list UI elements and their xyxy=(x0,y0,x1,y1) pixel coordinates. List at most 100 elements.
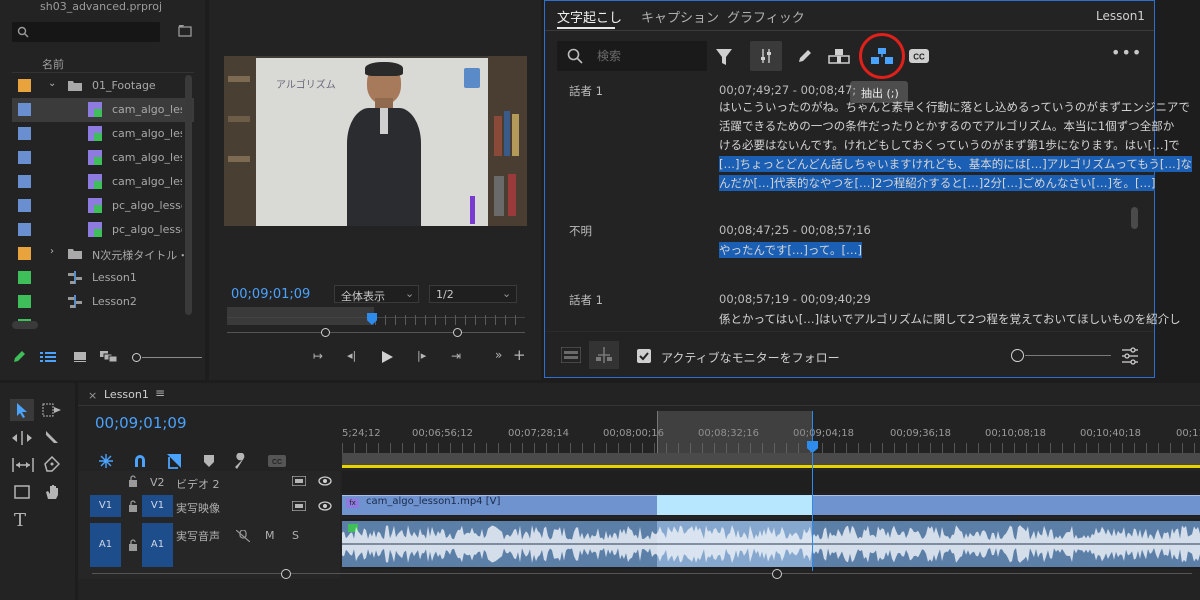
zoom-select[interactable]: 全体表示 ⌄ xyxy=(334,285,419,303)
work-area-bar[interactable] xyxy=(342,453,1200,465)
snap-icon[interactable] xyxy=(133,454,147,468)
edit-icon[interactable] xyxy=(797,48,813,64)
transcript-search-input[interactable]: 検索 xyxy=(557,41,707,71)
list-item[interactable]: ⌄ 01_Footage xyxy=(12,74,194,98)
source-patch-v1[interactable]: V1 xyxy=(90,495,121,517)
track-v2[interactable] xyxy=(342,471,1200,493)
list-item[interactable]: cam_algo_lesson1.mp4 xyxy=(12,98,194,122)
timeline-timecode[interactable]: 00;09;01;09 xyxy=(95,414,187,432)
filter-icon[interactable] xyxy=(715,48,733,66)
list-item[interactable]: cam_algo_lesson2.mp4 xyxy=(12,122,194,146)
transcript-settings-button[interactable] xyxy=(750,41,782,71)
speaker-label[interactable]: 不明 xyxy=(569,223,592,239)
zoom-handle-right[interactable] xyxy=(772,569,782,579)
chevron-right-icon[interactable]: › xyxy=(50,246,54,257)
transcript-line[interactable]: はいこういったのがね。ちゃんと素早く行動に落とし込めるっていうのがまずエンジニア… xyxy=(719,99,1190,115)
ripple-edit-icon[interactable] xyxy=(12,431,32,445)
transcript-scrollbar[interactable] xyxy=(1131,207,1138,229)
transcript-line-selected[interactable]: んだか[…]代表的なやつを[…]2つ程紹介すると[…]2分[…]ごめんなさい[…… xyxy=(719,175,1156,191)
caption-track-icon[interactable] xyxy=(561,347,581,363)
pencil-icon[interactable] xyxy=(12,350,26,364)
eye-icon[interactable] xyxy=(318,501,332,511)
nest-icon[interactable] xyxy=(98,454,114,468)
icon-view-icon[interactable] xyxy=(74,352,86,362)
cc-icon[interactable]: CC xyxy=(909,49,929,63)
more-buttons-icon[interactable]: » xyxy=(495,348,502,362)
marker-icon[interactable] xyxy=(204,455,214,467)
zoom-slider[interactable] xyxy=(132,352,202,362)
timeline-zoom-bar[interactable] xyxy=(92,573,1192,574)
step-back-icon[interactable]: ◂| xyxy=(347,349,356,362)
list-item[interactable]: pc_algo_lesson2.mp4 xyxy=(12,218,194,242)
list-item[interactable] xyxy=(12,314,194,322)
transcript-line-selected[interactable]: やったんです[…]って。[…] xyxy=(719,242,862,258)
go-to-out-icon[interactable]: ⇥ xyxy=(451,349,461,363)
more-options-icon[interactable]: ••• xyxy=(1111,43,1142,62)
list-item[interactable]: pc_algo_lesson1.mp4 xyxy=(12,194,194,218)
settings-sliders-icon[interactable] xyxy=(1121,347,1139,365)
tab-transcript[interactable]: 文字起こし xyxy=(557,7,622,26)
video-frame[interactable]: アルゴリズム xyxy=(224,56,527,226)
list-view-icon[interactable] xyxy=(40,351,56,363)
tab-graphics[interactable]: グラフィック xyxy=(727,7,805,26)
insert-icon[interactable] xyxy=(828,48,850,64)
speaker-label[interactable]: 話者 1 xyxy=(569,292,603,308)
pen-icon[interactable] xyxy=(44,456,60,472)
mute-button[interactable]: M xyxy=(265,529,275,542)
toggle-sync-icon[interactable] xyxy=(292,476,306,486)
list-item[interactable]: Lesson2 xyxy=(12,290,194,314)
list-item[interactable]: Lesson1 xyxy=(12,266,194,290)
razor-icon[interactable] xyxy=(44,429,60,445)
selection-tool[interactable] xyxy=(10,399,34,421)
list-item[interactable]: cam_algo_lesson3.mp4 xyxy=(12,146,194,170)
list-item[interactable]: cam_algo_lesson4.mp4 xyxy=(12,170,194,194)
source-patch-a1[interactable]: A1 xyxy=(90,523,121,567)
program-scrubber[interactable] xyxy=(227,307,525,327)
project-h-scrollbar[interactable] xyxy=(12,321,38,329)
freeform-view-icon[interactable] xyxy=(100,351,118,363)
column-name-header[interactable]: 名前 xyxy=(42,56,64,72)
lock-icon[interactable] xyxy=(128,539,138,551)
transcript-line[interactable]: ける必要はないんです。けれどもしておくっていうのがまず第1歩になります。はい[…… xyxy=(719,137,1180,153)
lock-icon[interactable] xyxy=(128,500,138,512)
voiceover-mic-icon[interactable] xyxy=(236,530,250,542)
captions-icon[interactable]: CC xyxy=(268,455,286,467)
hand-icon[interactable] xyxy=(44,483,62,501)
program-timecode[interactable]: 00;09;01;09 xyxy=(231,287,310,302)
wrench-icon[interactable] xyxy=(233,453,249,469)
rectangle-icon[interactable] xyxy=(14,485,30,499)
sequence-tab[interactable]: Lesson1 xyxy=(104,388,149,401)
chevron-down-icon[interactable]: ⌄ xyxy=(48,78,56,89)
transcript-zoom-slider[interactable] xyxy=(1011,349,1111,363)
track-select-icon[interactable] xyxy=(42,403,62,417)
transcript-line[interactable]: 係とかってはい[…]はいでアルゴリズムに関して2つ程を覚えておいてほしいものを紹… xyxy=(719,311,1181,327)
menu-icon[interactable]: ≡ xyxy=(155,386,165,400)
audio-clip[interactable] xyxy=(342,521,1200,567)
track-target-v2[interactable]: V2 xyxy=(150,476,165,489)
in-out-range[interactable] xyxy=(657,411,813,453)
lock-icon[interactable] xyxy=(128,475,138,487)
type-tool-icon[interactable]: T xyxy=(14,510,26,531)
project-scrollbar[interactable] xyxy=(185,75,192,315)
linked-selection-icon[interactable] xyxy=(166,453,182,469)
new-bin-icon[interactable] xyxy=(178,24,192,38)
track-target-v1[interactable]: V1 xyxy=(142,495,173,517)
tab-captions[interactable]: キャプション xyxy=(641,7,719,26)
eye-icon[interactable] xyxy=(318,476,332,486)
go-to-in-icon[interactable]: ↦ xyxy=(313,349,323,363)
playhead[interactable] xyxy=(812,411,813,571)
close-tab-icon[interactable]: × xyxy=(88,389,97,402)
extract-icon[interactable] xyxy=(870,48,894,64)
track-target-a1[interactable]: A1 xyxy=(142,523,173,567)
follow-checkbox[interactable] xyxy=(637,349,651,363)
transcript-line-selected[interactable]: […]ちょっとどんどん話しちゃいますけれども、基本的には[…]アルゴリズムっても… xyxy=(719,156,1192,172)
zoom-handle-left[interactable] xyxy=(281,569,291,579)
zoom-handle-left[interactable] xyxy=(321,328,330,337)
transcript-line[interactable]: 活躍できるための一つの条件だったりとかするのでアルゴリズム。本当に1個ずつ全部か xyxy=(719,118,1174,134)
slip-icon[interactable] xyxy=(12,458,34,472)
project-search-input[interactable] xyxy=(12,22,160,42)
zoom-bar[interactable] xyxy=(227,332,525,333)
solo-button[interactable]: S xyxy=(292,529,299,542)
list-item[interactable]: › N次元様タイトル・ xyxy=(12,242,194,266)
zoom-handle-right[interactable] xyxy=(453,328,462,337)
